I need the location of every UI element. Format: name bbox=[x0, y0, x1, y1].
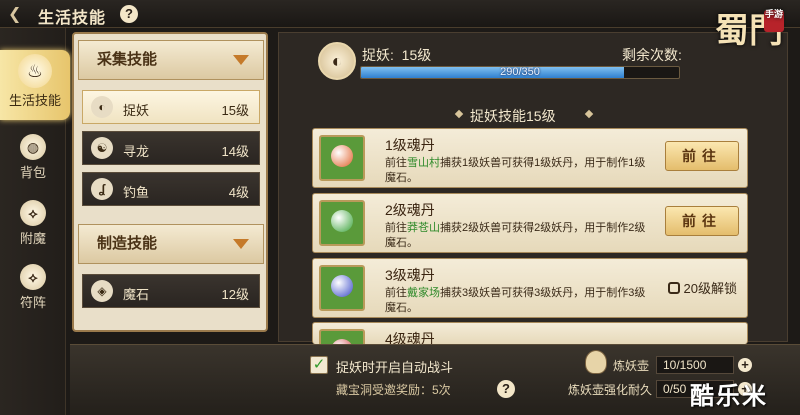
desc-prefix: 前往 bbox=[385, 157, 407, 169]
orb-icon bbox=[331, 275, 353, 297]
list-item: 4级魂丹 bbox=[312, 322, 748, 344]
item-name: 4级魂丹 bbox=[385, 331, 435, 344]
lock-icon bbox=[667, 282, 680, 294]
skill-name: 魔石 bbox=[123, 287, 150, 302]
enchant-icon: ⟡ bbox=[20, 200, 46, 226]
go-button[interactable]: 前往 bbox=[665, 206, 739, 236]
nav-item-label: 附魔 bbox=[19, 231, 46, 246]
title-bar: ❮ 生活技能 ? bbox=[0, 0, 800, 28]
demon-orb-icon: ◐ bbox=[91, 96, 113, 118]
skill-row-magic-stone[interactable]: ◈ 魔石 12级 bbox=[82, 274, 260, 308]
game-logo: 手游 蜀門 bbox=[712, 8, 786, 80]
desc-prefix: 前往 bbox=[385, 222, 407, 234]
list-item: 2级魂丹 前往莽苍山捕获2级妖兽可获得2级妖丹，用于制作2级魔石。 前往 bbox=[312, 193, 748, 253]
yin-yang-icon: ☯ bbox=[91, 137, 113, 159]
chevron-down-icon bbox=[233, 239, 249, 249]
unlock-requirement: 20级解锁 bbox=[667, 278, 737, 297]
place-name[interactable]: 雪山村 bbox=[407, 157, 440, 169]
fishhook-icon: ʆ bbox=[91, 178, 113, 200]
side-navigation: ♨ 生活技能 ◍ 背包 ⟡ 附魔 ⟡ 符阵 bbox=[0, 28, 70, 415]
item-description: 前往雪山村捕获1级妖兽可获得1级妖丹，用于制作1级魔石。 bbox=[385, 156, 655, 186]
bag-icon: ◍ bbox=[20, 134, 46, 160]
nav-item-label: 符阵 bbox=[19, 295, 46, 310]
watermark: 酷乐米 bbox=[690, 383, 768, 410]
progress-skill-name: 捉妖: bbox=[362, 47, 394, 63]
skill-row-dragon-seek[interactable]: ☯ 寻龙 14级 bbox=[82, 131, 260, 165]
skill-row-catch-demon[interactable]: ◐ 捉妖 15级 bbox=[82, 90, 260, 124]
soul-pill-icon bbox=[319, 329, 365, 344]
progress-text: 290/350 bbox=[500, 66, 540, 78]
nav-item-bag[interactable]: ◍ 背包 bbox=[0, 128, 66, 188]
list-item: 1级魂丹 前往雪山村捕获1级妖兽可获得1级妖丹，用于制作1级魔石。 前往 bbox=[312, 128, 748, 188]
soul-pill-icon bbox=[319, 265, 365, 311]
place-name[interactable]: 莽苍山 bbox=[407, 222, 440, 234]
pot-add-button[interactable]: + bbox=[738, 358, 752, 372]
formation-icon: ⟡ bbox=[20, 264, 46, 290]
orb-icon bbox=[331, 145, 353, 167]
list-item: 3级魂丹 前往戴家场捕获3级妖兽可获得3级妖丹，用于制作3级魔石。 20级解锁 bbox=[312, 258, 748, 318]
page-title: 生活技能 bbox=[38, 10, 107, 27]
nav-item-label: 生活技能 bbox=[8, 93, 61, 108]
help-icon[interactable]: ? bbox=[497, 380, 515, 398]
nav-item-formation[interactable]: ⟡ 符阵 bbox=[0, 258, 66, 318]
auto-battle-checkbox[interactable]: ✓ bbox=[310, 356, 328, 374]
skill-level: 4级 bbox=[228, 185, 249, 200]
soul-pill-icon bbox=[319, 135, 365, 181]
pot-durability-label: 炼妖壶强化耐久 bbox=[568, 383, 653, 397]
place-name[interactable]: 戴家场 bbox=[407, 287, 440, 299]
nav-item-enchant[interactable]: ⟡ 附魔 bbox=[0, 194, 66, 254]
skill-name: 捉妖 bbox=[123, 103, 150, 118]
pot-value: 10/1500 bbox=[656, 356, 734, 374]
category-craft-header[interactable]: 制造技能 bbox=[78, 224, 264, 264]
swirl-icon: ♨ bbox=[18, 54, 52, 88]
logo-seal: 手游 bbox=[764, 10, 784, 32]
item-name: 2级魂丹 bbox=[385, 202, 435, 218]
item-description: 前往戴家场捕获3级妖兽可获得3级妖丹，用于制作3级魔石。 bbox=[385, 286, 655, 316]
chevron-down-icon bbox=[233, 55, 249, 65]
category-title: 采集技能 bbox=[97, 51, 158, 68]
item-name: 3级魂丹 bbox=[385, 267, 435, 283]
back-arrow-icon[interactable]: ❮ bbox=[8, 4, 30, 24]
skill-level: 15级 bbox=[221, 103, 249, 118]
item-name: 1级魂丹 bbox=[385, 137, 435, 153]
auto-battle-label: 捉妖时开启自动战斗 bbox=[336, 360, 454, 375]
gem-icon: ◈ bbox=[91, 280, 113, 302]
progress-bar: 290/350 bbox=[360, 66, 680, 79]
demon-pot-icon bbox=[585, 350, 607, 374]
pot-label: 炼妖壶 bbox=[613, 359, 650, 373]
go-button[interactable]: 前往 bbox=[665, 141, 739, 171]
desc-prefix: 前往 bbox=[385, 287, 407, 299]
nav-item-life-skills[interactable]: ♨ 生活技能 bbox=[0, 50, 70, 120]
remaining-count-label: 剩余次数: bbox=[622, 47, 682, 63]
nav-item-label: 背包 bbox=[19, 165, 46, 180]
orb-icon bbox=[331, 210, 353, 232]
unlock-text: 20级解锁 bbox=[683, 281, 737, 296]
skill-category-panel: 采集技能 ◐ 捉妖 15级 ☯ 寻龙 14级 ʆ 钓鱼 4级 制造技能 ◈ 魔石… bbox=[72, 32, 268, 332]
soul-pill-icon bbox=[319, 200, 365, 246]
help-icon[interactable]: ? bbox=[120, 5, 138, 23]
skill-row-fishing[interactable]: ʆ 钓鱼 4级 bbox=[82, 172, 260, 206]
category-gather-header[interactable]: 采集技能 bbox=[78, 40, 264, 80]
treasure-cave-reward-label: 藏宝洞受邀奖励：5次 bbox=[336, 383, 451, 397]
item-description: 前往莽苍山捕获2级妖兽可获得2级妖丹，用于制作2级魔石。 bbox=[385, 221, 655, 251]
skill-level: 14级 bbox=[221, 144, 249, 159]
section-title: 捉妖技能15级 bbox=[470, 108, 556, 124]
category-title: 制造技能 bbox=[97, 235, 158, 252]
skill-name: 钓鱼 bbox=[123, 185, 150, 200]
skill-name: 寻龙 bbox=[123, 144, 150, 159]
progress-skill-level: 15级 bbox=[401, 47, 432, 63]
progress-label: 捉妖: 15级 bbox=[362, 45, 431, 65]
skill-level: 12级 bbox=[221, 287, 249, 302]
catch-demon-skill-icon: ◐ bbox=[318, 42, 356, 80]
